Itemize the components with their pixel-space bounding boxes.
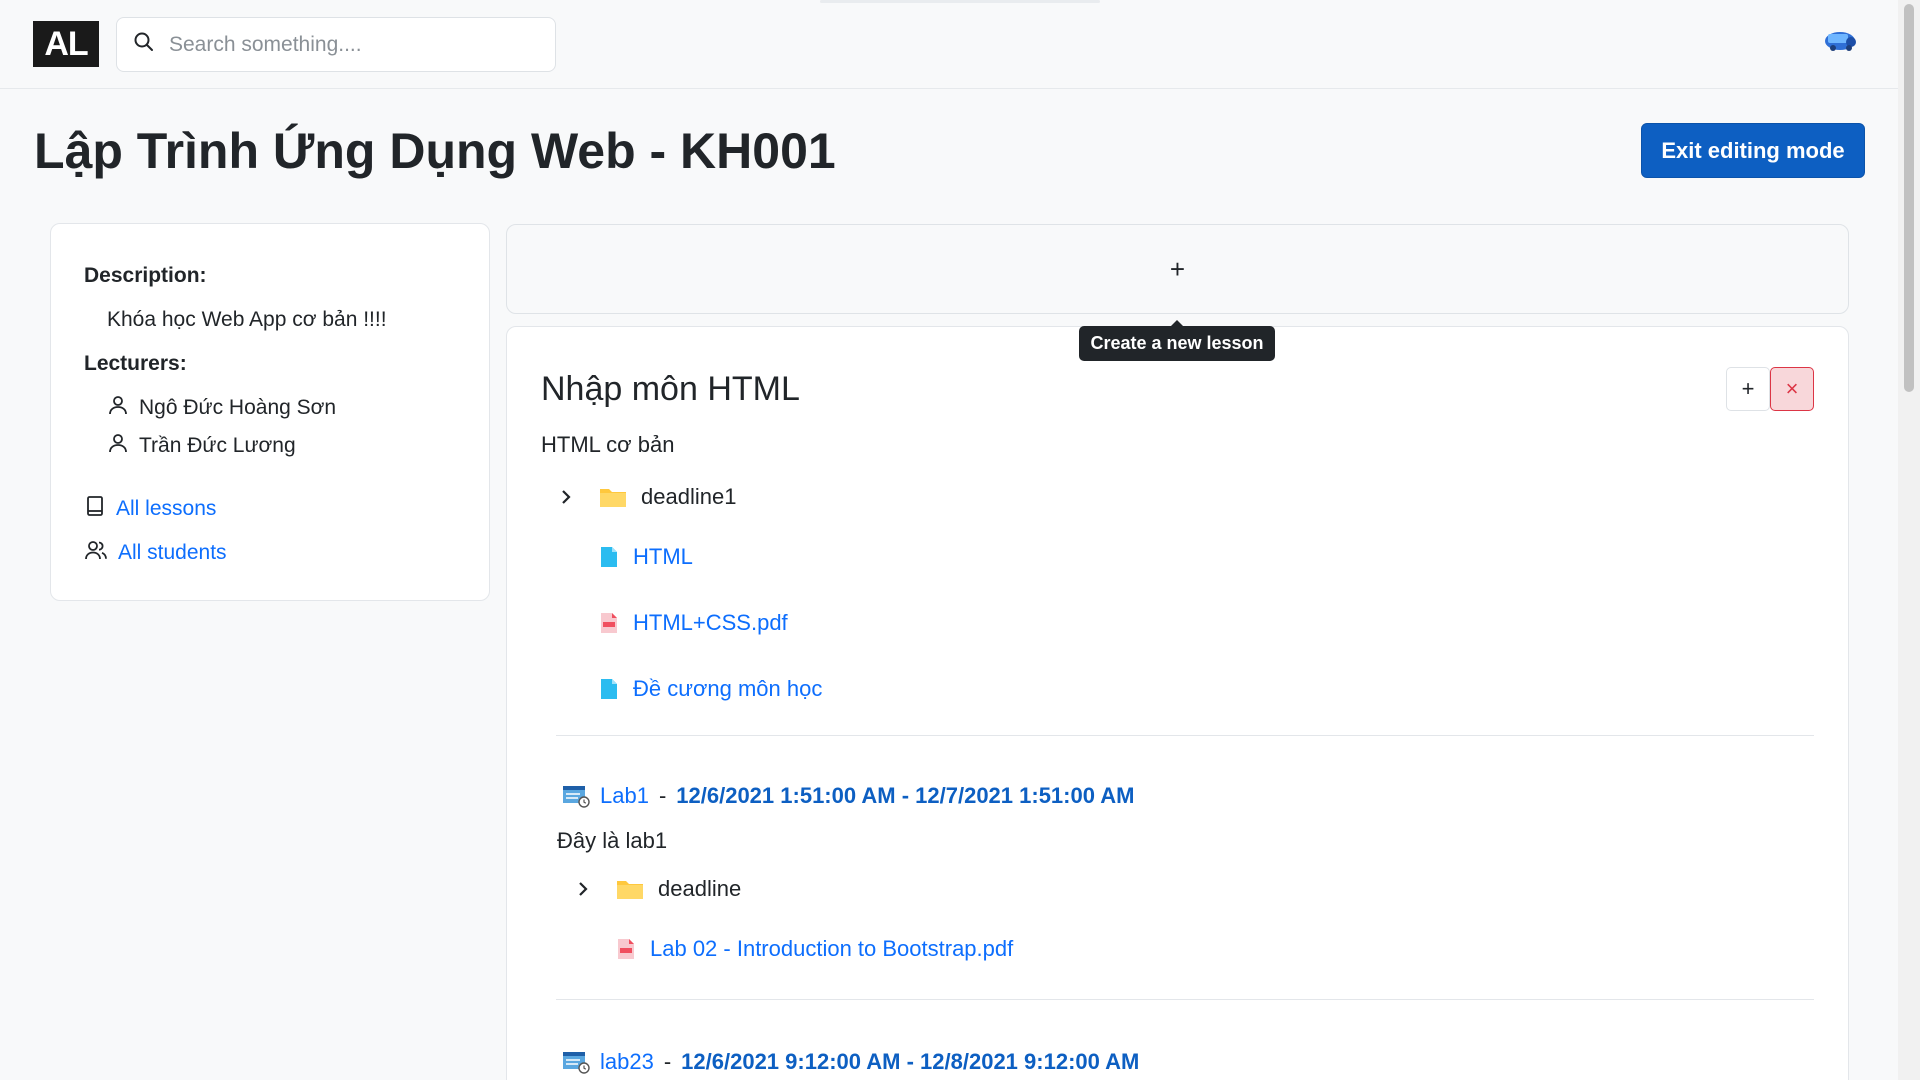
add-content-button[interactable]: + — [1726, 367, 1770, 411]
folder-name: deadline1 — [641, 484, 737, 509]
file-link[interactable]: HTML+CSS.pdf — [633, 610, 788, 636]
lecturers-label: Lecturers: — [84, 352, 187, 375]
assignment-separator: - — [663, 1049, 672, 1074]
doc-icon — [599, 546, 619, 568]
folder-row[interactable]: deadline1 — [559, 484, 736, 510]
exit-editing-button[interactable]: Exit editing mode — [1641, 123, 1865, 178]
divider — [556, 999, 1814, 1000]
chevron-right-icon[interactable] — [576, 880, 594, 898]
user-avatar-icon[interactable] — [1824, 28, 1860, 52]
assignment-row[interactable]: Lab1 - 12/6/2021 1:51:00 AM - 12/7/2021 … — [562, 783, 1134, 809]
page-title: Lập Trình Ứng Dụng Web - KH001 — [34, 123, 836, 179]
description-text: Khóa học Web App cơ bản !!!! — [107, 308, 387, 331]
file-row[interactable]: Lab 02 - Introduction to Bootstrap.pdf — [616, 936, 1013, 962]
app-logo[interactable]: AL — [33, 21, 99, 67]
all-students-label: All students — [118, 541, 227, 564]
course-info-card: Description: Khóa học Web App cơ bản !!!… — [50, 223, 490, 601]
lecturer-item: Trần Đức Lương — [107, 432, 296, 460]
scrollbar-thumb[interactable] — [1904, 4, 1914, 392]
assignment-description: Đây là lab1 — [557, 828, 668, 853]
file-link[interactable]: Đề cương môn học — [633, 676, 822, 702]
doc-icon — [599, 678, 619, 700]
search-input[interactable] — [169, 32, 509, 57]
folder-icon — [616, 878, 644, 900]
assignment-dates: 12/6/2021 9:12:00 AM - 12/8/2021 9:12:00… — [681, 1049, 1140, 1074]
file-link[interactable]: HTML — [633, 544, 693, 570]
file-row[interactable]: HTML — [599, 544, 693, 570]
assignment-row[interactable]: lab23 - 12/6/2021 9:12:00 AM - 12/8/2021… — [562, 1049, 1139, 1075]
assignment-icon — [562, 784, 590, 808]
description-label: Description: — [84, 264, 207, 287]
person-icon — [107, 394, 139, 422]
file-row[interactable]: HTML+CSS.pdf — [599, 610, 788, 636]
plus-icon: + — [1169, 253, 1186, 284]
assignment-dates: 12/6/2021 1:51:00 AM - 12/7/2021 1:51:00… — [676, 783, 1135, 808]
book-icon — [84, 495, 116, 523]
divider — [556, 735, 1814, 736]
pdf-icon — [616, 938, 636, 960]
people-icon — [84, 539, 118, 567]
folder-icon — [599, 486, 627, 508]
assignment-icon — [562, 1050, 590, 1074]
top-shadow — [820, 0, 1100, 3]
search-box[interactable] — [116, 17, 556, 72]
assignment-name[interactable]: Lab1 — [600, 783, 649, 809]
lesson-card — [506, 326, 1849, 1080]
file-row[interactable]: Đề cương môn học — [599, 676, 822, 702]
lecturer-name: Ngô Đức Hoàng Sơn — [139, 396, 337, 419]
assignment-separator: - — [658, 783, 667, 808]
lesson-subtitle: HTML cơ bản — [541, 432, 675, 457]
delete-lesson-button[interactable]: × — [1770, 367, 1814, 411]
search-icon — [133, 31, 155, 58]
file-link[interactable]: Lab 02 - Introduction to Bootstrap.pdf — [650, 936, 1013, 962]
create-lesson-tooltip: Create a new lesson — [1079, 326, 1275, 361]
lesson-title: Nhập môn HTML — [541, 370, 800, 408]
folder-row[interactable]: deadline — [576, 876, 741, 902]
pdf-icon — [599, 612, 619, 634]
lecturer-name: Trần Đức Lương — [139, 434, 296, 457]
assignment-name[interactable]: lab23 — [600, 1049, 654, 1075]
top-navbar: AL — [0, 0, 1898, 89]
all-lessons-link[interactable]: All lessons — [84, 495, 216, 523]
all-students-link[interactable]: All students — [84, 539, 227, 567]
create-lesson-button[interactable]: + — [506, 224, 1849, 314]
all-lessons-label: All lessons — [116, 497, 217, 520]
lecturer-item: Ngô Đức Hoàng Sơn — [107, 394, 336, 422]
folder-name: deadline — [658, 876, 742, 901]
chevron-right-icon[interactable] — [559, 488, 577, 506]
person-icon — [107, 432, 139, 460]
